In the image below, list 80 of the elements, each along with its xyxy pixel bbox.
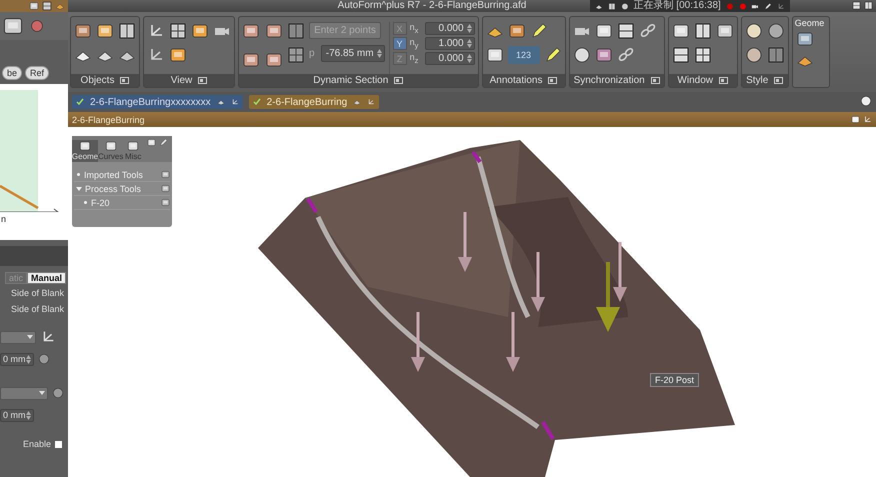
panel-tab[interactable]: Misc: [123, 140, 143, 162]
option-label: Side of Blank: [10, 288, 65, 300]
viewport-title: 2-6-FlangeBurring: [72, 114, 145, 124]
spinner-arrows-icon[interactable]: [376, 49, 382, 58]
single-view-icon[interactable]: [672, 22, 690, 40]
minimize-icon[interactable]: [852, 1, 861, 10]
caret-icon[interactable]: [39, 391, 45, 395]
dialog-launcher-icon[interactable]: [548, 77, 558, 84]
sliders-icon[interactable]: [616, 22, 635, 40]
tree-item[interactable]: F-20: [74, 196, 170, 210]
axis-button[interactable]: Y: [392, 37, 407, 50]
two-views-icon[interactable]: [694, 22, 712, 40]
unlink-icon[interactable]: [616, 46, 635, 64]
check-icon: [252, 98, 261, 106]
mesh-sphere-icon[interactable]: [744, 46, 763, 64]
filter-button[interactable]: Ref: [25, 66, 50, 80]
axis-label: n: [1, 214, 6, 224]
panel-header: [0, 246, 68, 266]
caret-icon[interactable]: [27, 335, 33, 339]
group-label: Annotations: [490, 75, 542, 86]
record-icon[interactable]: [738, 2, 746, 10]
normal-label: n$_{y}$: [410, 37, 420, 50]
spinner-arrows-icon[interactable]: [466, 54, 472, 63]
normal-spinbox[interactable]: 1.000: [424, 37, 475, 50]
recording-status: 正在录制 [00:16:38]: [634, 0, 721, 12]
dialog-launcher-icon[interactable]: [394, 77, 404, 84]
distance-spinbox[interactable]: 0 mm: [0, 408, 34, 422]
normal-spinbox[interactable]: 0.000: [424, 22, 475, 35]
check-icon: [76, 98, 84, 106]
link-icon[interactable]: [638, 22, 657, 40]
normal-label: n$_{z}$: [410, 52, 420, 65]
document-tab[interactable]: 2-6-FlangeBurring: [248, 95, 380, 109]
distance-spinbox[interactable]: 0 mm: [0, 352, 34, 366]
dropdown[interactable]: [0, 330, 36, 344]
tree-item[interactable]: Imported Tools: [74, 168, 170, 182]
enable-checkbox[interactable]: [55, 440, 62, 448]
dialog-launcher-icon[interactable]: [120, 77, 130, 84]
group-label: Synchronization: [574, 75, 645, 86]
monitor-icon[interactable]: [2, 15, 24, 37]
normal-label: n$_{x}$: [410, 22, 420, 35]
tab-label: 2-6-FlangeBurringxxxxxxxx: [90, 96, 211, 108]
force-arrow: [411, 312, 425, 372]
group-label: View: [170, 75, 192, 86]
force-arrow: [506, 312, 520, 372]
dialog-launcher-icon[interactable]: [774, 77, 784, 84]
panel-tab[interactable]: Curves: [98, 140, 124, 162]
pen-icon[interactable]: [764, 2, 772, 10]
option-label: Side of Blank: [10, 304, 65, 316]
document-tab[interactable]: 2-6-FlangeBurringxxxxxxxx: [72, 95, 243, 109]
enable-label: Enable: [22, 439, 51, 449]
spinner-arrows-icon[interactable]: [466, 24, 472, 33]
panel-tab[interactable]: Geome: [792, 17, 829, 28]
group-label: Window: [677, 75, 713, 86]
normal-spinbox[interactable]: 0.000: [424, 52, 475, 65]
spinner-arrows-icon[interactable]: [26, 354, 31, 364]
mode-toggle[interactable]: Manual: [26, 272, 66, 284]
group-label: Objects: [80, 75, 114, 86]
p-spinbox[interactable]: -76.85 mm: [320, 45, 385, 62]
panel-tab[interactable]: Geome: [72, 140, 98, 162]
force-arrow: [531, 252, 545, 312]
window-title: AutoForm^plus R7 - 2-6-FlangeBurring.afd: [338, 0, 526, 12]
four-views-icon[interactable]: [694, 46, 712, 64]
value-label-button[interactable]: 123: [508, 46, 540, 64]
spinner-arrows-icon[interactable]: [466, 39, 472, 48]
group-label: Style: [746, 75, 768, 86]
dialog-launcher-icon[interactable]: [650, 77, 660, 84]
shaded-sphere-icon[interactable]: [744, 22, 763, 40]
spinner-arrows-icon[interactable]: [26, 410, 31, 420]
window-icon[interactable]: [608, 2, 616, 10]
tree-item[interactable]: Process Tools: [74, 182, 170, 196]
filter-button[interactable]: be: [2, 66, 22, 80]
dialog-launcher-icon[interactable]: [198, 77, 208, 84]
group-label: Dynamic Section: [313, 75, 388, 86]
force-arrow: [458, 212, 472, 272]
dialog-launcher-icon[interactable]: [719, 77, 728, 84]
tab-label: 2-6-FlangeBurring: [266, 96, 348, 108]
callout-label: F-20 Post: [650, 373, 700, 387]
horizontal-split-icon[interactable]: [672, 46, 690, 64]
dropdown[interactable]: [0, 386, 48, 400]
p-label: p: [309, 48, 315, 59]
